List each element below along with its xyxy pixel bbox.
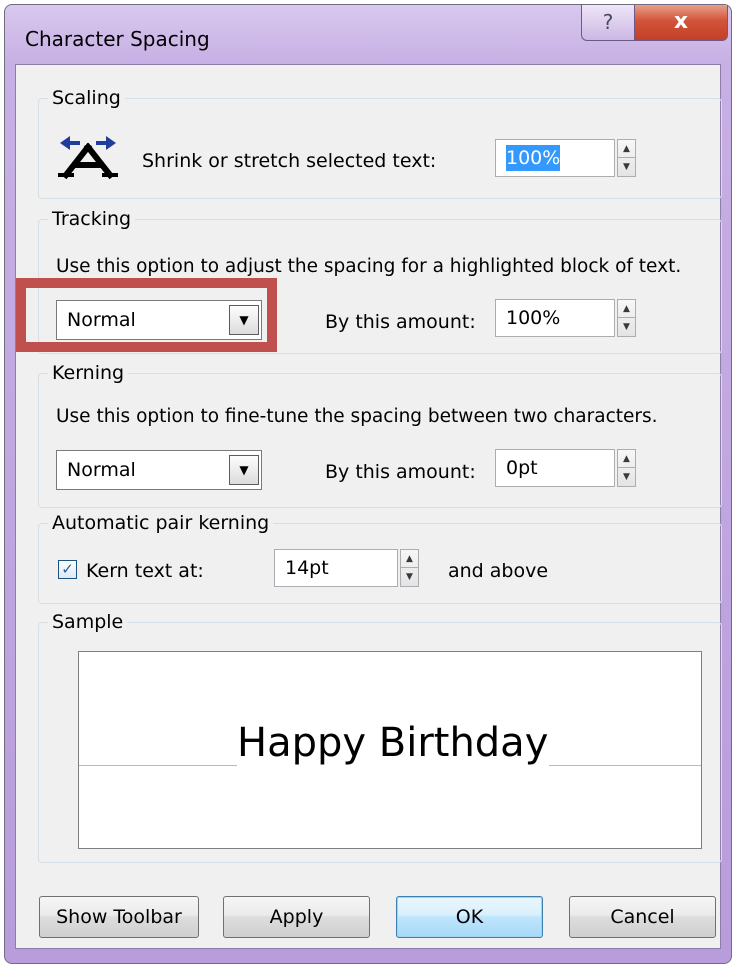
kerning-amount-value: 0pt <box>506 457 538 479</box>
tracking-spinner[interactable]: ▲ ▼ <box>617 299 636 337</box>
sample-text: Happy Birthday <box>237 720 549 766</box>
close-button[interactable]: x <box>634 5 728 41</box>
cancel-button[interactable]: Cancel <box>569 896 716 938</box>
scaling-spinner[interactable]: ▲ ▼ <box>617 139 636 177</box>
spin-down-icon[interactable]: ▼ <box>618 158 635 176</box>
kern-text-checkbox[interactable]: ✓ <box>58 560 77 579</box>
spin-down-icon[interactable]: ▼ <box>618 318 635 336</box>
help-button[interactable]: ? <box>581 5 635 41</box>
kerning-select[interactable]: Normal ▼ <box>56 450 262 490</box>
scaling-value-input[interactable]: 100% <box>495 139 615 177</box>
kern-text-label: Kern text at: <box>86 560 204 582</box>
dialog-title: Character Spacing <box>25 27 210 51</box>
kerning-legend: Kerning <box>52 362 125 384</box>
tracking-description: Use this option to adjust the spacing fo… <box>56 256 682 277</box>
spin-down-icon[interactable]: ▼ <box>401 568 418 586</box>
spin-up-icon[interactable]: ▲ <box>401 550 418 568</box>
baseline-right <box>549 765 701 766</box>
title-bar[interactable]: Character Spacing ? x <box>5 5 731 69</box>
kerning-selected-value: Normal <box>67 459 136 481</box>
tracking-amount-value: 100% <box>506 307 561 329</box>
kern-suffix-label: and above <box>448 560 549 582</box>
scaling-label: Shrink or stretch selected text: <box>142 150 437 172</box>
kerning-amount-label: By this amount: <box>325 461 476 483</box>
spin-up-icon[interactable]: ▲ <box>618 300 635 318</box>
scaling-legend: Scaling <box>52 87 121 109</box>
character-spacing-dialog: Character Spacing ? x Scaling Shrink or … <box>4 4 732 964</box>
stretch-text-icon <box>58 136 118 179</box>
tracking-select-highlight <box>16 278 277 352</box>
tracking-amount-label: By this amount: <box>325 311 476 333</box>
kerning-amount-input[interactable]: 0pt <box>495 449 615 487</box>
tracking-amount-input[interactable]: 100% <box>495 299 615 337</box>
scaling-value: 100% <box>506 145 561 171</box>
spin-up-icon[interactable]: ▲ <box>618 450 635 468</box>
kerning-description: Use this option to fine-tune the spacing… <box>56 406 658 427</box>
auto-kerning-legend: Automatic pair kerning <box>52 512 270 534</box>
spin-up-icon[interactable]: ▲ <box>618 140 635 158</box>
kern-size-input[interactable]: 14pt <box>274 549 398 587</box>
baseline-left <box>79 765 237 766</box>
apply-button[interactable]: Apply <box>223 896 370 938</box>
kern-size-spinner[interactable]: ▲ ▼ <box>400 549 419 587</box>
ok-button[interactable]: OK <box>396 896 543 938</box>
kerning-spinner[interactable]: ▲ ▼ <box>617 449 636 487</box>
spin-down-icon[interactable]: ▼ <box>618 468 635 486</box>
dialog-body: Scaling Shrink or stretch selected text:… <box>15 64 722 949</box>
chevron-down-icon[interactable]: ▼ <box>229 455 259 485</box>
sample-legend: Sample <box>52 611 124 633</box>
show-toolbar-button[interactable]: Show Toolbar <box>39 896 199 938</box>
tracking-legend: Tracking <box>52 208 132 230</box>
sample-preview: Happy Birthday <box>78 651 702 849</box>
kern-size-value: 14pt <box>285 557 329 579</box>
